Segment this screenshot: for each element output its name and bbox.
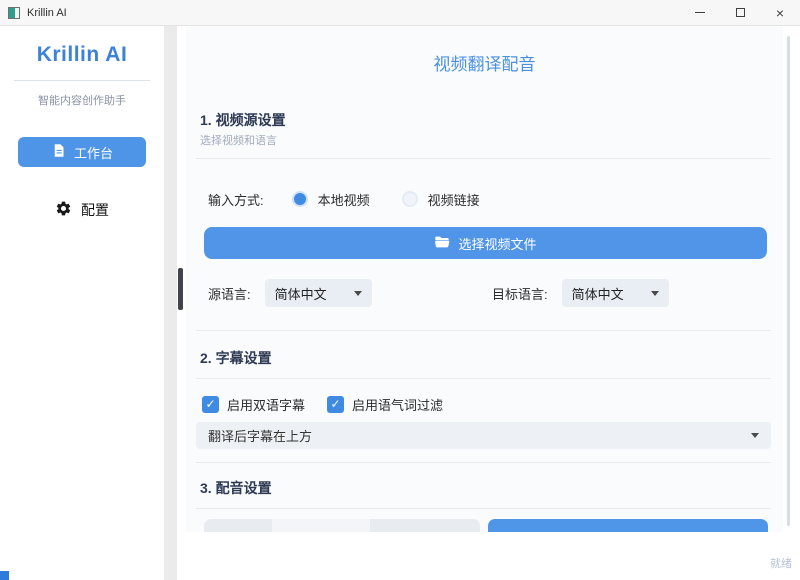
dubbing-primary-button-partial[interactable] bbox=[488, 519, 768, 532]
filler-word-filter-checkbox[interactable]: ✓ bbox=[327, 396, 344, 413]
dubbing-secondary-control-partial[interactable] bbox=[204, 519, 480, 532]
radio-local-video[interactable] bbox=[292, 191, 308, 207]
corner-accent bbox=[0, 571, 9, 580]
brand-divider bbox=[14, 80, 150, 81]
document-icon bbox=[51, 143, 66, 161]
sidebar: Krillin AI 智能内容创作助手 工作台 配置 bbox=[0, 26, 164, 580]
status-text: 就绪 bbox=[770, 555, 792, 571]
dubbing-control-highlight bbox=[272, 519, 370, 532]
sidebar-item-label: 配置 bbox=[81, 200, 109, 220]
minimize-button[interactable] bbox=[680, 0, 720, 26]
source-lang-select[interactable]: 简体中文 bbox=[265, 279, 372, 307]
source-lang-label: 源语言: bbox=[208, 284, 251, 303]
main-content: 视频翻译配音 1. 视频源设置 选择视频和语言 输入方式: 本地视频 视频链接 … bbox=[186, 26, 783, 532]
sidebar-gutter bbox=[164, 26, 177, 580]
app-window: Krillin AI × Krillin AI 智能内容创作助手 工作台 配置 … bbox=[0, 0, 800, 580]
input-mode-row: 输入方式: 本地视频 视频链接 bbox=[208, 186, 480, 212]
sidebar-item-config[interactable]: 配置 bbox=[0, 200, 164, 220]
left-scrollbar-thumb[interactable] bbox=[178, 268, 183, 310]
gear-icon bbox=[55, 200, 72, 220]
window-title: Krillin AI bbox=[27, 7, 67, 19]
select-video-file-button[interactable]: 选择视频文件 bbox=[204, 227, 767, 259]
divider bbox=[196, 158, 771, 159]
close-button[interactable]: × bbox=[760, 0, 800, 26]
sidebar-item-label: 工作台 bbox=[74, 143, 113, 162]
chevron-down-icon bbox=[354, 291, 362, 296]
section1-heading: 1. 视频源设置 bbox=[200, 110, 286, 130]
subtitle-options-row: ✓ 启用双语字幕 ✓ 启用语气词过滤 bbox=[202, 395, 443, 413]
chevron-down-icon bbox=[651, 291, 659, 296]
sidebar-item-workbench[interactable]: 工作台 bbox=[18, 137, 146, 167]
target-lang-label: 目标语言: bbox=[492, 284, 548, 303]
radio-video-link[interactable] bbox=[402, 191, 418, 207]
titlebar: Krillin AI × bbox=[0, 0, 800, 26]
bilingual-subtitle-label[interactable]: 启用双语字幕 bbox=[227, 395, 305, 414]
radio-video-link-label[interactable]: 视频链接 bbox=[428, 190, 480, 209]
section3-heading: 3. 配音设置 bbox=[200, 478, 272, 498]
brand-title: Krillin AI bbox=[0, 43, 164, 67]
maximize-button[interactable] bbox=[720, 0, 760, 26]
target-lang-value: 简体中文 bbox=[572, 284, 624, 303]
minimize-icon bbox=[695, 12, 705, 13]
filler-word-filter-label[interactable]: 启用语气词过滤 bbox=[352, 395, 443, 414]
right-scrollbar[interactable] bbox=[787, 36, 790, 526]
maximize-icon bbox=[736, 8, 745, 17]
window-controls: × bbox=[680, 0, 800, 26]
bilingual-subtitle-checkbox[interactable]: ✓ bbox=[202, 396, 219, 413]
target-lang-row: 目标语言: 简体中文 bbox=[492, 279, 669, 307]
subtitle-position-select[interactable]: 翻译后字幕在上方 bbox=[196, 422, 771, 449]
app-icon bbox=[8, 7, 20, 19]
radio-local-video-label[interactable]: 本地视频 bbox=[318, 190, 370, 209]
close-icon: × bbox=[776, 6, 784, 20]
select-video-file-label: 选择视频文件 bbox=[458, 234, 536, 253]
check-icon: ✓ bbox=[330, 397, 340, 411]
subtitle-position-value: 翻译后字幕在上方 bbox=[208, 426, 312, 445]
source-lang-value: 简体中文 bbox=[275, 284, 327, 303]
chevron-down-icon bbox=[751, 433, 759, 438]
target-lang-select[interactable]: 简体中文 bbox=[562, 279, 669, 307]
check-icon: ✓ bbox=[205, 397, 215, 411]
section1-subtitle: 选择视频和语言 bbox=[200, 132, 277, 148]
brand-tagline: 智能内容创作助手 bbox=[0, 92, 164, 108]
folder-icon bbox=[434, 234, 450, 253]
section2-heading: 2. 字幕设置 bbox=[200, 348, 272, 368]
divider bbox=[196, 378, 771, 379]
divider bbox=[196, 462, 771, 463]
source-lang-row: 源语言: 简体中文 bbox=[208, 279, 372, 307]
divider bbox=[196, 508, 771, 509]
input-mode-label: 输入方式: bbox=[208, 190, 264, 209]
divider bbox=[196, 330, 771, 331]
page-title: 视频翻译配音 bbox=[186, 50, 783, 75]
